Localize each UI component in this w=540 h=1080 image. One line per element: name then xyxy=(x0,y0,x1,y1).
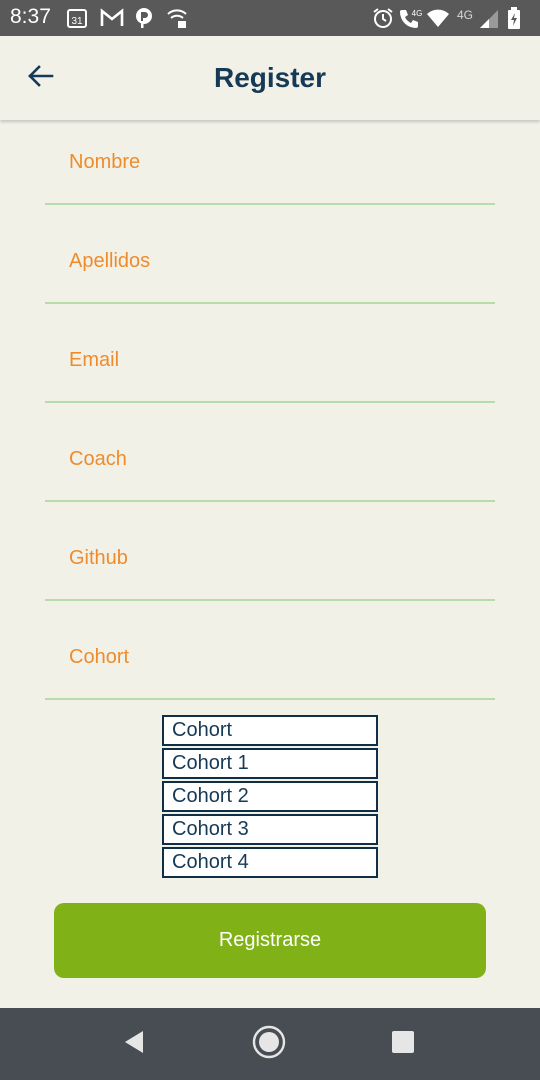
signal-4g-icon: 4G xyxy=(456,6,500,30)
calendar-day: 31 xyxy=(71,16,83,27)
status-bar: 8:37 31 4G 4G xyxy=(0,0,540,36)
nombre-field[interactable]: Nombre xyxy=(45,113,495,205)
apellidos-field[interactable]: Apellidos xyxy=(45,212,495,304)
cohort-option-4[interactable]: Cohort 4 xyxy=(162,847,378,878)
lte-label: 4G xyxy=(412,9,423,18)
wifi-calling-icon xyxy=(166,6,188,30)
recents-square-icon xyxy=(391,1030,415,1059)
nav-recents-button[interactable] xyxy=(383,1024,423,1064)
cohort-field[interactable]: Cohort xyxy=(45,608,495,700)
cohort-option-2[interactable]: Cohort 2 xyxy=(162,781,378,812)
status-time: 8:37 xyxy=(10,5,51,28)
coach-label: Coach xyxy=(69,448,127,470)
cohort-option-3[interactable]: Cohort 3 xyxy=(162,814,378,845)
wifi-icon xyxy=(426,6,450,30)
register-button[interactable]: Registrarse xyxy=(54,903,486,978)
nav-back-button[interactable] xyxy=(114,1024,154,1064)
cohort-option-1[interactable]: Cohort 1 xyxy=(162,748,378,779)
app-bar: Register xyxy=(0,36,540,120)
github-field[interactable]: Github xyxy=(45,509,495,601)
calendar-icon: 31 xyxy=(66,6,88,30)
email-field[interactable]: Email xyxy=(45,311,495,403)
nav-home-button[interactable] xyxy=(249,1024,289,1064)
network-label: 4G xyxy=(457,8,473,22)
github-label: Github xyxy=(69,547,128,569)
cohort-label: Cohort xyxy=(69,646,130,668)
navigation-bar xyxy=(0,1008,540,1080)
volte-call-icon: 4G xyxy=(398,6,424,30)
battery-icon xyxy=(506,6,522,30)
apellidos-label: Apellidos xyxy=(69,250,151,272)
cohort-options-list: Cohort Cohort 1 Cohort 2 Cohort 3 Cohort… xyxy=(162,715,378,880)
home-circle-icon xyxy=(251,1024,287,1065)
back-triangle-icon xyxy=(121,1029,147,1060)
page-title: Register xyxy=(213,62,327,93)
parking-icon xyxy=(134,6,154,30)
gmail-icon xyxy=(100,6,124,30)
alarm-icon xyxy=(372,6,394,30)
cohort-option[interactable]: Cohort xyxy=(162,715,378,746)
nombre-label: Nombre xyxy=(69,151,141,173)
register-button-label: Registrarse xyxy=(218,929,322,951)
coach-field[interactable]: Coach xyxy=(45,410,495,502)
email-label: Email xyxy=(69,349,120,371)
